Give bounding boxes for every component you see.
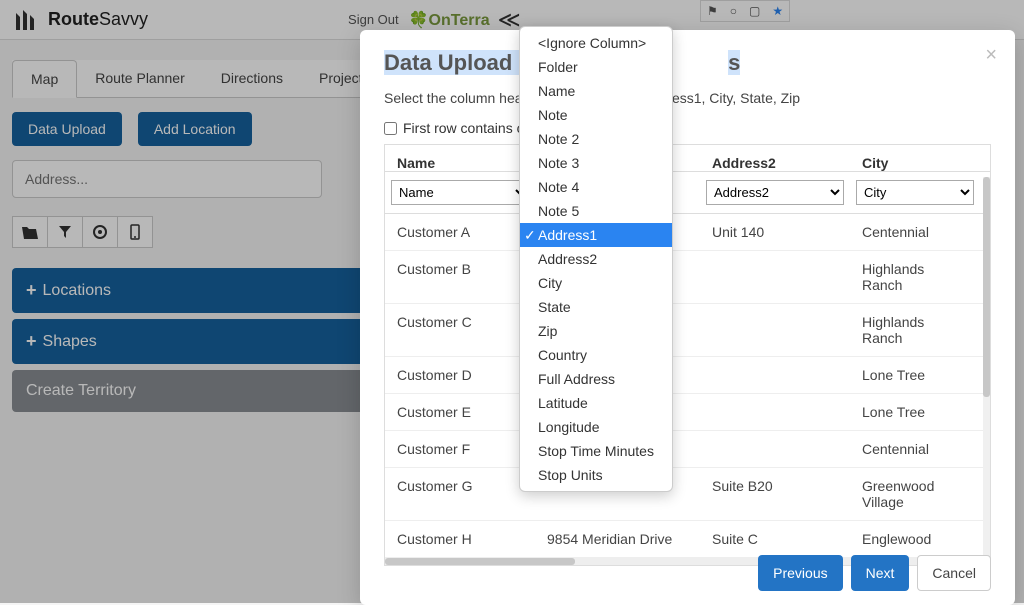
- cell-name: Customer B: [385, 251, 535, 303]
- cell-name: Customer F: [385, 431, 535, 467]
- dropdown-item[interactable]: Note 2: [520, 127, 672, 151]
- cell-city: Lone Tree: [850, 394, 980, 430]
- cell-name: Customer G: [385, 468, 535, 520]
- cell-addr2: Suite B20: [700, 468, 850, 520]
- cell-city: Highlands Ranch: [850, 304, 980, 356]
- cell-addr2: Unit 140: [700, 214, 850, 250]
- table-row: Customer A Unit 140Centennial: [385, 214, 990, 251]
- cell-city: Highlands Ranch: [850, 251, 980, 303]
- modal-footer: Previous Next Cancel: [758, 555, 991, 591]
- th-name: Name: [385, 145, 535, 171]
- dropdown-item[interactable]: Latitude: [520, 391, 672, 415]
- dropdown-item[interactable]: Folder: [520, 55, 672, 79]
- select-row: Name Address2 City: [385, 172, 990, 214]
- dropdown-item[interactable]: Name: [520, 79, 672, 103]
- column-type-dropdown: <Ignore Column>FolderNameNoteNote 2Note …: [519, 26, 673, 492]
- cell-name: Customer C: [385, 304, 535, 356]
- dropdown-item[interactable]: Address1: [520, 223, 672, 247]
- dropdown-item[interactable]: State: [520, 295, 672, 319]
- dropdown-item[interactable]: Zip: [520, 319, 672, 343]
- table-row: Customer B Highlands Ranch: [385, 251, 990, 304]
- dropdown-item[interactable]: Note 3: [520, 151, 672, 175]
- column-table: Name Address2 City Name Address2 City Cu…: [384, 144, 991, 566]
- table-row: Customer E.Lone Tree: [385, 394, 990, 431]
- cell-addr2: Suite C: [700, 521, 850, 557]
- dropdown-item[interactable]: Longitude: [520, 415, 672, 439]
- col3-select[interactable]: Address2: [706, 180, 844, 205]
- col4-select[interactable]: City: [856, 180, 974, 205]
- dropdown-item[interactable]: <Ignore Column>: [520, 31, 672, 55]
- cell-name: Customer A: [385, 214, 535, 250]
- cancel-button[interactable]: Cancel: [917, 555, 991, 591]
- cell-addr2: [700, 357, 850, 393]
- dropdown-item[interactable]: Note: [520, 103, 672, 127]
- first-row-checkbox[interactable]: [384, 122, 397, 135]
- cell-city: Centennial: [850, 431, 980, 467]
- dropdown-item[interactable]: Note 5: [520, 199, 672, 223]
- first-row-checkbox-row: First row contains colu: [384, 120, 991, 136]
- col1-select[interactable]: Name: [391, 180, 529, 205]
- cell-addr2: [700, 304, 850, 356]
- dropdown-item[interactable]: Address2: [520, 247, 672, 271]
- dropdown-item[interactable]: Country: [520, 343, 672, 367]
- table-row: Customer G8000 E BelleviewSuite B20Green…: [385, 468, 990, 521]
- dropdown-item[interactable]: Note 4: [520, 175, 672, 199]
- table-header: Name Address2 City: [385, 145, 990, 172]
- cell-addr2: [700, 431, 850, 467]
- cell-city: Englewood: [850, 521, 980, 557]
- previous-button[interactable]: Previous: [758, 555, 842, 591]
- table-row: Customer F Centennial: [385, 431, 990, 468]
- table-row: Customer H9854 Meridian DriveSuite CEngl…: [385, 521, 990, 558]
- close-icon[interactable]: ×: [985, 44, 997, 67]
- table-row: Customer C Highlands Ranch: [385, 304, 990, 357]
- cell-addr2: [700, 251, 850, 303]
- vertical-scrollbar[interactable]: [983, 177, 990, 565]
- cell-name: Customer H: [385, 521, 535, 557]
- modal-instruction: Select the column headers your data e.g.…: [384, 90, 991, 106]
- cell-city: Lone Tree: [850, 357, 980, 393]
- next-button[interactable]: Next: [851, 555, 910, 591]
- dropdown-item[interactable]: Full Address: [520, 367, 672, 391]
- th-address2: Address2: [700, 145, 850, 171]
- dropdown-item[interactable]: Stop Time Minutes: [520, 439, 672, 463]
- modal-title: Data Upload - Choos: [384, 50, 991, 76]
- th-city: City: [850, 145, 980, 171]
- cell-city: Centennial: [850, 214, 980, 250]
- cell-addr2: [700, 394, 850, 430]
- data-upload-modal: × Data Upload - Choos Select the column …: [360, 30, 1015, 605]
- cell-addr1: 9854 Meridian Drive: [535, 521, 700, 557]
- dropdown-item[interactable]: Stop Units: [520, 463, 672, 487]
- cell-city: Greenwood Village: [850, 468, 980, 520]
- cell-name: Customer D: [385, 357, 535, 393]
- cell-name: Customer E: [385, 394, 535, 430]
- dropdown-item[interactable]: City: [520, 271, 672, 295]
- table-row: Customer D Lone Tree: [385, 357, 990, 394]
